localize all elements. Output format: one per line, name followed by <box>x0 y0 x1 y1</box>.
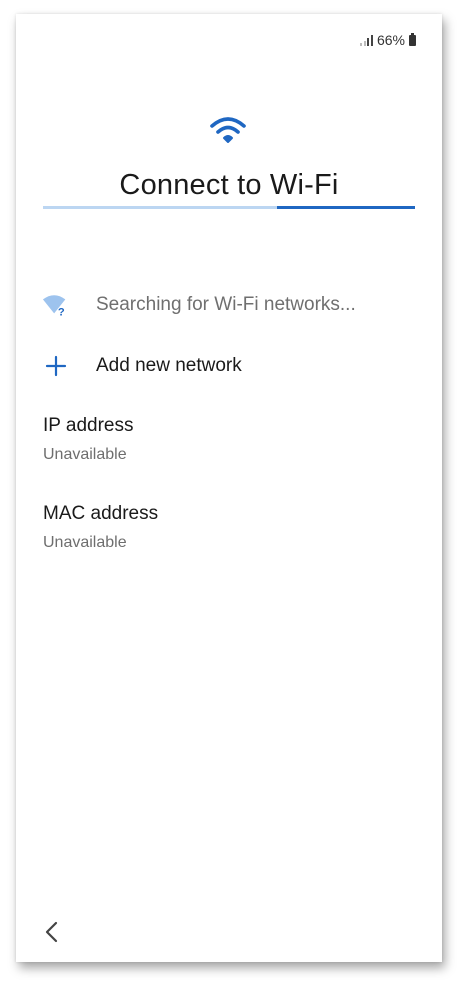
plus-icon <box>42 352 70 380</box>
battery-percentage: 66% <box>376 32 405 48</box>
chevron-left-icon <box>45 921 58 943</box>
mac-address-label: MAC address <box>43 503 159 524</box>
mac-address-section: MAC address Unavailable <box>43 503 158 552</box>
searching-networks-row: ? Searching for Wi-Fi networks... <box>16 289 442 321</box>
wifi-icon <box>209 115 247 150</box>
searching-text: Searching for Wi-Fi networks... <box>96 294 356 315</box>
status-bar: 66% <box>360 31 416 49</box>
back-button[interactable] <box>40 920 64 944</box>
add-network-label: Add new network <box>96 355 242 376</box>
ip-address-label: IP address <box>43 415 134 436</box>
setup-progress-bar <box>43 206 415 209</box>
setup-progress-fill <box>277 206 415 209</box>
ip-address-section: IP address Unavailable <box>43 415 133 464</box>
signal-icon <box>360 34 373 46</box>
battery-icon <box>409 32 416 46</box>
svg-text:?: ? <box>58 306 65 317</box>
page-title: Connect to Wi-Fi <box>119 169 339 201</box>
ip-address-value: Unavailable <box>43 446 127 463</box>
wifi-searching-icon: ? <box>42 291 70 319</box>
add-network-button[interactable]: Add new network <box>16 350 442 382</box>
phone-screen: 66% Connect to Wi-Fi ? Searching for Wi-… <box>16 14 442 962</box>
mac-address-value: Unavailable <box>43 534 127 551</box>
